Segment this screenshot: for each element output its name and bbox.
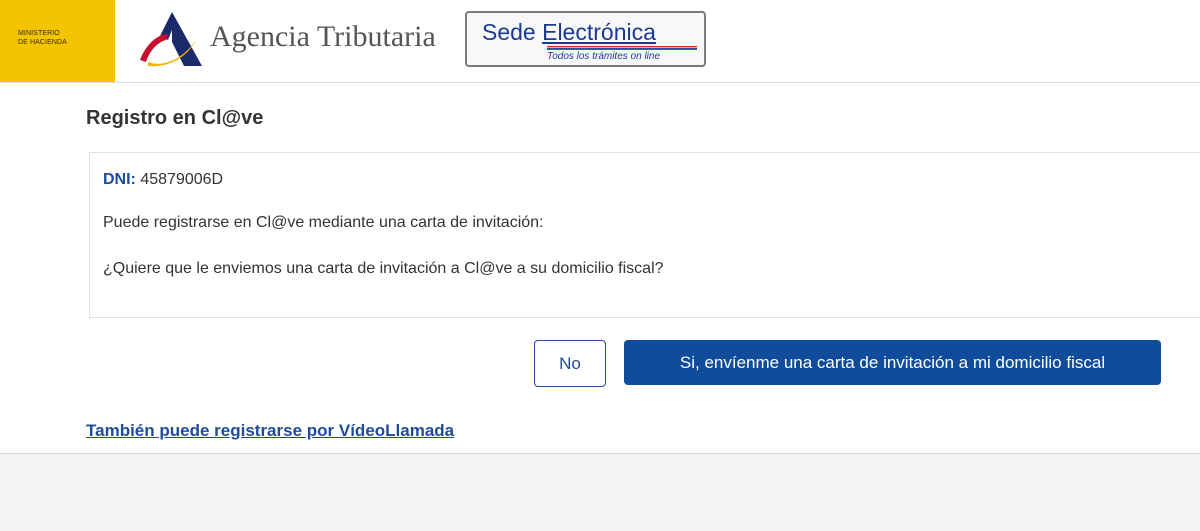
dni-row: DNI: 45879006D <box>103 171 223 189</box>
sede-title: Sede Electrónica <box>482 19 656 46</box>
sede-color-stripe <box>547 46 697 50</box>
agency-name[interactable]: Agencia Tributaria <box>210 20 436 54</box>
sede-electronica-logo[interactable]: Sede Electrónica Todos los trámites on l… <box>465 11 706 67</box>
registration-card: DNI: 45879006D Puede registrarse en Cl@v… <box>89 152 1200 318</box>
ministerio-text: MINISTERIO DE HACIENDA <box>18 29 67 47</box>
no-button[interactable]: No <box>534 340 606 387</box>
invitation-question-text: ¿Quiere que le enviemos una carta de inv… <box>103 260 664 277</box>
videollamada-link[interactable]: También puede registrarse por VídeoLlama… <box>86 421 454 441</box>
ministerio-hacienda-logo[interactable]: MINISTERIO DE HACIENDA <box>0 0 115 82</box>
site-header: MINISTERIO DE HACIENDA Agencia Tributari… <box>0 0 1200 83</box>
sede-subtitle: Todos los trámites on line <box>547 51 661 62</box>
sede-title-plain: Sede <box>482 19 543 45</box>
main-content: Registro en Cl@ve DNI: 45879006D Puede r… <box>0 83 1200 454</box>
ministerio-line-2: DE HACIENDA <box>18 39 67 46</box>
send-invitation-button[interactable]: Si, envíenme una carta de invitación a m… <box>624 340 1161 385</box>
invitation-info-text: Puede registrarse en Cl@ve mediante una … <box>103 214 544 231</box>
dni-label: DNI: <box>103 171 136 188</box>
ministerio-line-1: MINISTERIO <box>18 30 60 37</box>
aeat-logo-icon[interactable] <box>138 10 204 70</box>
dni-value: 45879006D <box>140 171 224 188</box>
sede-title-underlined: Electrónica <box>542 19 656 45</box>
page-title: Registro en Cl@ve <box>86 107 264 129</box>
